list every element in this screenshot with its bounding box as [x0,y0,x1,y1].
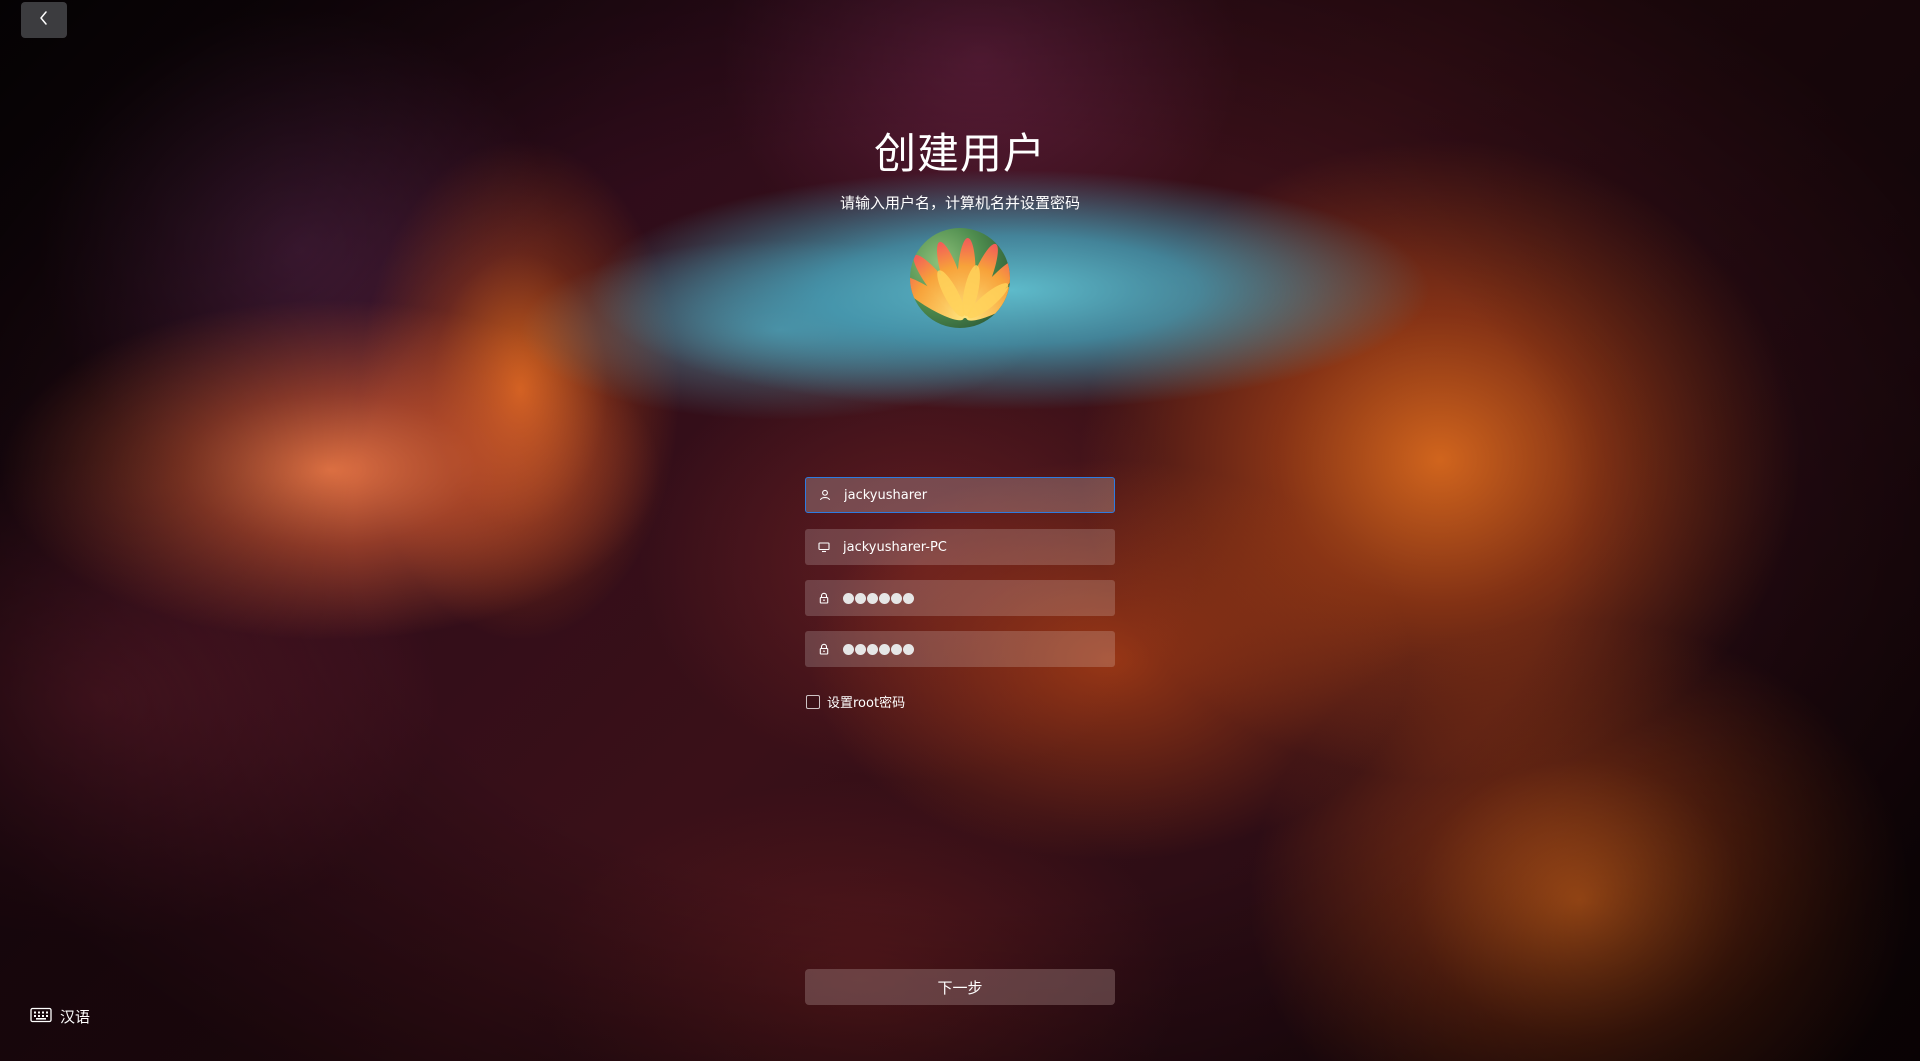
mask-dot [879,592,890,604]
password-masked-value[interactable] [843,592,914,604]
lock-icon [805,631,843,667]
installer-screen: 创建用户 请输入用户名，计算机名并设置密码 jackyusharer jacky… [0,0,1920,1061]
chevron-left-icon [38,10,50,30]
password-field[interactable] [805,580,1115,616]
computer-name-field[interactable] [805,529,1115,565]
root-password-label: 设置root密码 [827,696,906,711]
lock-icon [805,580,843,616]
page-title: 创建用户 [873,129,1046,178]
mask-dot [879,643,890,655]
set-root-password-option[interactable]: 设置root密码 [806,692,905,711]
mask-dot [855,643,866,655]
user-icon [806,477,844,513]
keyboard-layout-button[interactable]: 汉语 [30,1006,90,1027]
back-button[interactable] [21,2,67,38]
next-button[interactable]: 下一步 [805,969,1115,1005]
confirm-password-field[interactable] [805,631,1115,667]
avatar-flower-image [910,228,1010,328]
avatar[interactable] [910,228,1010,328]
mask-dot [867,592,878,604]
language-label: 汉语 [60,1008,91,1026]
mask-dot [843,592,854,604]
computer-name-input[interactable] [843,530,1115,564]
page-subtitle: 请输入用户名，计算机名并设置密码 [839,194,1080,212]
username-field[interactable] [805,477,1115,513]
root-password-checkbox[interactable] [806,694,820,709]
mask-dot [891,592,902,604]
mask-dot [867,643,878,655]
create-user-page: 创建用户 请输入用户名，计算机名并设置密码 jackyusharer jacky… [0,0,1920,1061]
mask-dot [903,592,914,604]
mask-dot [843,643,854,655]
mask-dot [891,643,902,655]
mask-dot [903,643,914,655]
confirm-password-masked-value[interactable] [843,643,914,655]
mask-dot [855,592,866,604]
username-input[interactable] [844,478,1114,512]
keyboard-icon [30,1007,52,1027]
computer-icon [805,529,843,565]
